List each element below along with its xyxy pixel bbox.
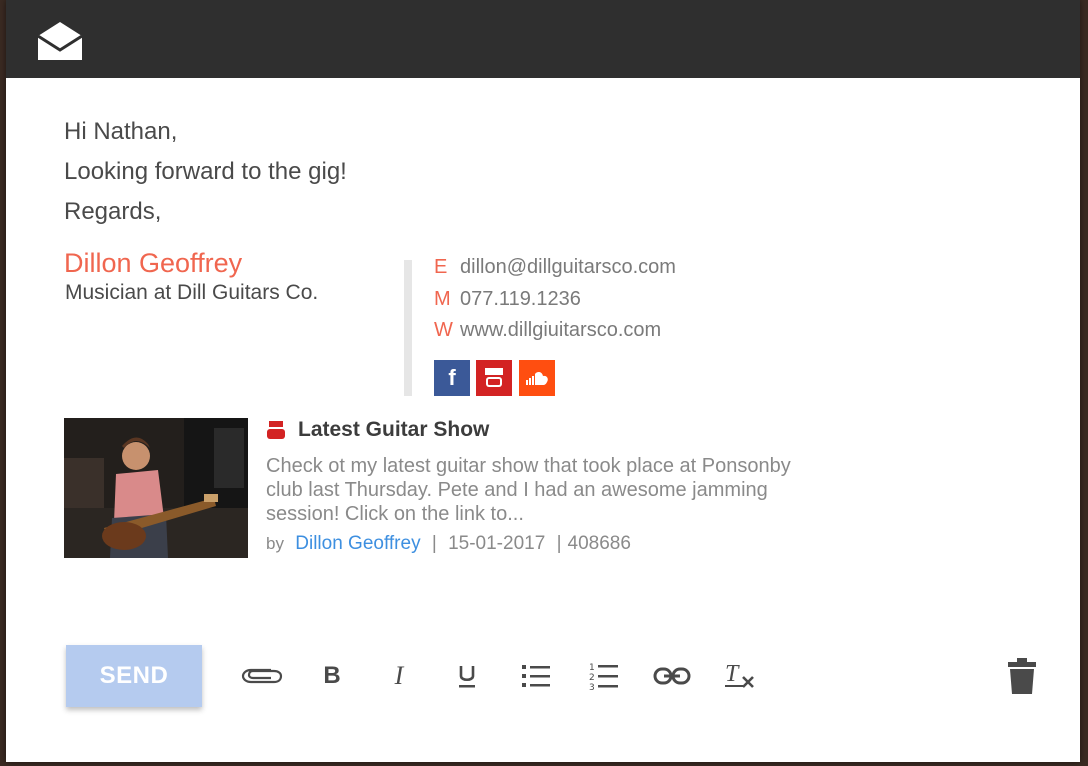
body-line: Looking forward to the gig!	[64, 158, 347, 185]
underline-icon[interactable]	[445, 656, 489, 696]
video-meta: by Dillon Geoffrey | 15-01-2017 | 408686	[266, 533, 631, 555]
envelope-open-icon	[37, 22, 83, 60]
soundcloud-glyph-icon	[526, 371, 548, 385]
bold-icon[interactable]: B	[310, 656, 354, 696]
youtube-icon[interactable]	[476, 360, 512, 396]
compose-window: Hi Nathan, Looking forward to the gig! R…	[6, 0, 1080, 762]
guitarist-photo	[64, 418, 248, 558]
video-author-link[interactable]: Dillon Geoffrey	[295, 533, 420, 554]
trash-icon[interactable]	[1002, 654, 1042, 698]
youtube-icon	[267, 421, 285, 440]
video-thumbnail[interactable]	[64, 418, 248, 558]
italic-icon[interactable]: I	[377, 656, 421, 696]
contact-email-key: E	[434, 256, 448, 278]
soundcloud-icon[interactable]	[519, 360, 555, 396]
video-date: 15-01-2017	[448, 533, 546, 554]
svg-text:T: T	[725, 661, 740, 687]
compose-header	[6, 0, 1080, 78]
svg-text:2: 2	[589, 673, 595, 683]
link-icon[interactable]	[650, 656, 694, 696]
email-body[interactable]: Hi Nathan, Looking forward to the gig! R…	[64, 112, 347, 232]
signature-title: Musician at Dill Guitars Co.	[65, 281, 319, 304]
video-views: 408686	[567, 533, 631, 554]
contact-mobile-value: 077.119.1236	[460, 288, 581, 310]
video-title[interactable]: Latest Guitar Show	[266, 418, 489, 442]
contact-website-value: www.dillgiuitarsco.com	[460, 319, 662, 341]
numbered-list-icon[interactable]: 1 2 3	[582, 656, 626, 696]
greeting-text: Hi Nathan,	[64, 118, 178, 145]
attach-icon[interactable]	[240, 656, 284, 696]
signature-name: Dillon Geoffrey	[64, 248, 243, 278]
clear-formatting-icon[interactable]: T	[718, 656, 762, 696]
svg-text:3: 3	[589, 683, 595, 691]
youtube-glyph-icon	[485, 368, 503, 387]
video-title-text: Latest Guitar Show	[298, 418, 490, 441]
contact-mobile-key: M	[434, 288, 451, 310]
contact-website-key: W	[434, 319, 453, 341]
meta-separator: |	[556, 533, 562, 554]
contact-email-value: dillon@dillguitarsco.com	[460, 256, 676, 278]
closing-text: Regards,	[64, 198, 162, 225]
bulleted-list-icon[interactable]	[514, 656, 558, 696]
contact-email[interactable]: Edillon@dillguitarsco.com	[434, 256, 676, 284]
meta-separator: |	[431, 533, 437, 554]
video-description: Check ot my latest guitar show that took…	[266, 455, 791, 525]
signature-divider	[404, 260, 412, 396]
svg-text:1: 1	[589, 663, 595, 673]
by-label: by	[266, 534, 284, 553]
contact-website[interactable]: Wwww.dillgiuitarsco.com	[434, 319, 661, 347]
facebook-icon[interactable]: f	[434, 360, 470, 396]
contact-mobile[interactable]: M 077.119.1236	[434, 288, 581, 316]
send-button[interactable]: SEND	[66, 645, 202, 707]
